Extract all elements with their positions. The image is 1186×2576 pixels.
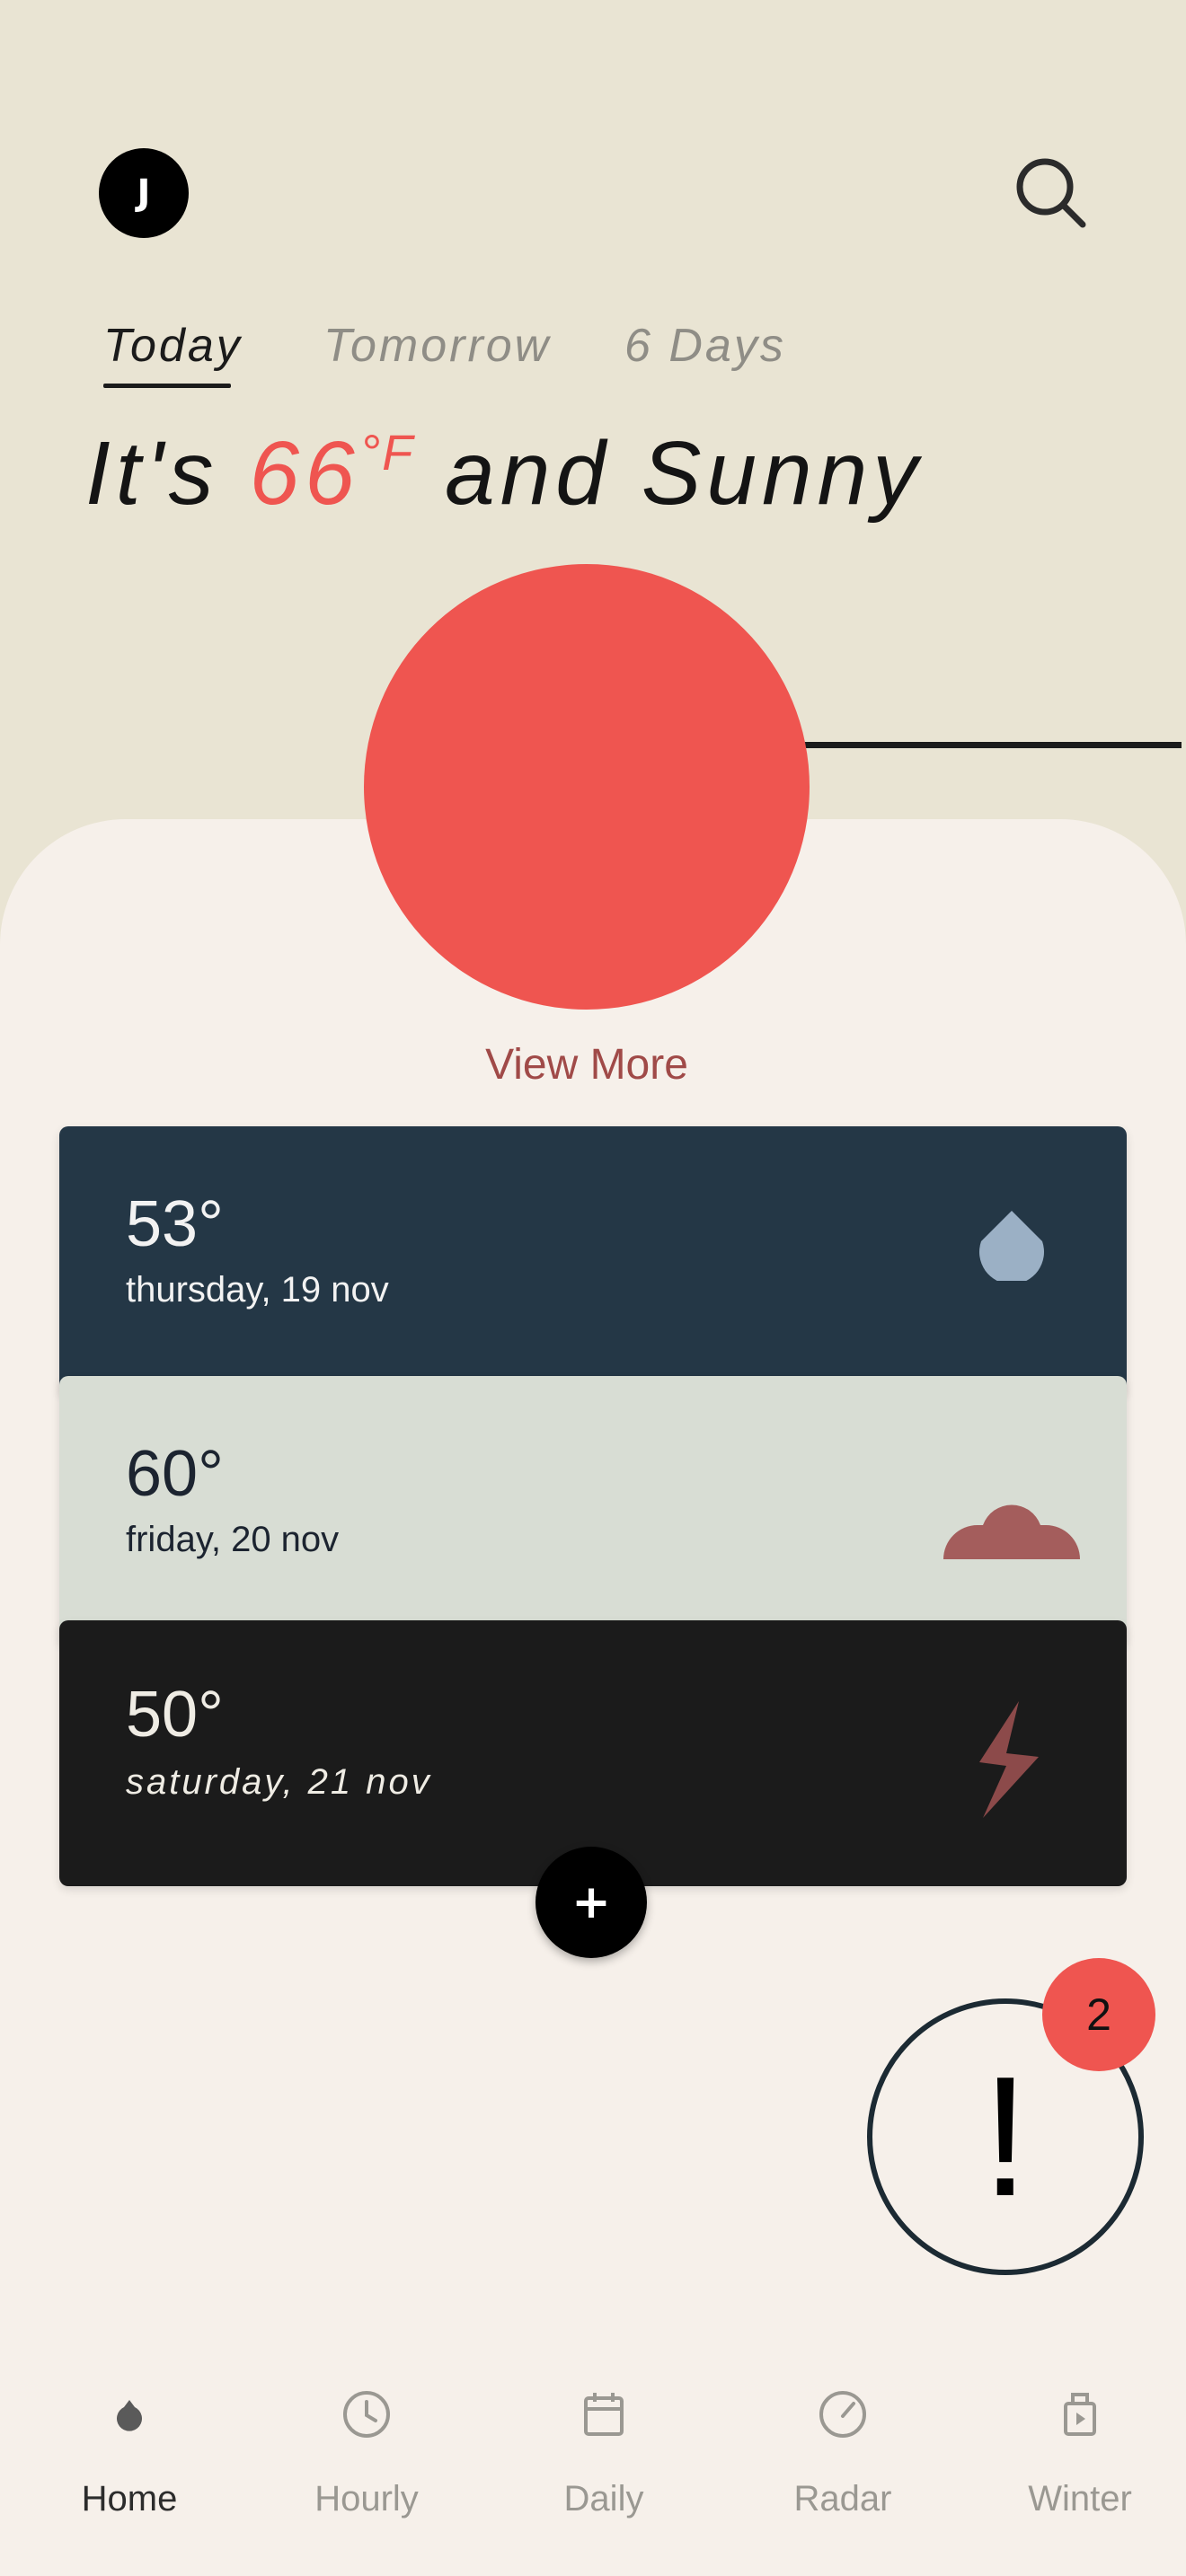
nav-winter-label: Winter [1028, 2479, 1132, 2519]
forecast-date: saturday, 21 nov [126, 1762, 432, 1802]
lightning-icon [979, 1701, 1039, 1818]
raindrop-icon [979, 1211, 1044, 1281]
bottom-navigation: Home Hourly Daily Radar Winter [0, 2353, 1186, 2576]
nav-home[interactable]: Home [31, 2353, 228, 2576]
add-location-button[interactable]: + [535, 1847, 647, 1958]
cloud-icon [943, 1504, 1080, 1559]
alert-exclamation-icon: ! [981, 2042, 1030, 2232]
calendar-icon [584, 2393, 624, 2436]
search-button[interactable] [1011, 153, 1092, 234]
sun-graphic [364, 564, 810, 1010]
search-icon [1016, 158, 1086, 228]
headline-suffix: and Sunny [414, 423, 924, 524]
horizon-line [766, 742, 1182, 748]
tab-6-days-label: 6 Days [624, 320, 786, 372]
forecast-date: friday, 20 nov [126, 1520, 340, 1559]
user-avatar[interactable]: J [99, 148, 189, 238]
tab-tomorrow-label: Tomorrow [323, 320, 552, 372]
weather-headline: It's 66°F and Sunny [85, 422, 923, 525]
nav-home-label: Home [81, 2479, 178, 2519]
gauge-icon [819, 2391, 866, 2438]
home-drop-icon [117, 2400, 142, 2431]
tab-today[interactable]: Today [103, 319, 243, 388]
tab-tomorrow[interactable]: Tomorrow [323, 319, 551, 373]
forecast-temperature: 50° [126, 1679, 224, 1751]
nav-daily[interactable]: Daily [505, 2353, 703, 2576]
alert-count-badge: 2 [1042, 1958, 1155, 2071]
nav-hourly-label: Hourly [314, 2479, 419, 2519]
nav-daily-label: Daily [563, 2479, 644, 2519]
temperature-unit: °F [359, 424, 415, 481]
clock-icon [343, 2391, 390, 2438]
forecast-card-thursday[interactable]: 53° thursday, 19 nov [59, 1126, 1127, 1396]
forecast-temperature: 53° [126, 1188, 224, 1260]
tab-today-label: Today [103, 320, 243, 372]
active-tab-underline [103, 384, 231, 388]
nav-hourly[interactable]: Hourly [268, 2353, 465, 2576]
headline-prefix: It's [85, 423, 250, 524]
view-more-link[interactable]: View More [0, 1040, 1173, 1090]
forecast-temperature: 60° [126, 1438, 224, 1510]
current-temperature: 66 [249, 423, 360, 524]
forecast-date: thursday, 19 nov [126, 1270, 389, 1310]
nav-radar[interactable]: Radar [744, 2353, 942, 2576]
nav-radar-label: Radar [793, 2479, 892, 2519]
winter-icon [1064, 2393, 1096, 2436]
nav-winter[interactable]: Winter [981, 2353, 1179, 2576]
forecast-card-friday[interactable]: 60° friday, 20 nov [59, 1376, 1127, 1645]
tab-6-days[interactable]: 6 Days [624, 319, 786, 373]
